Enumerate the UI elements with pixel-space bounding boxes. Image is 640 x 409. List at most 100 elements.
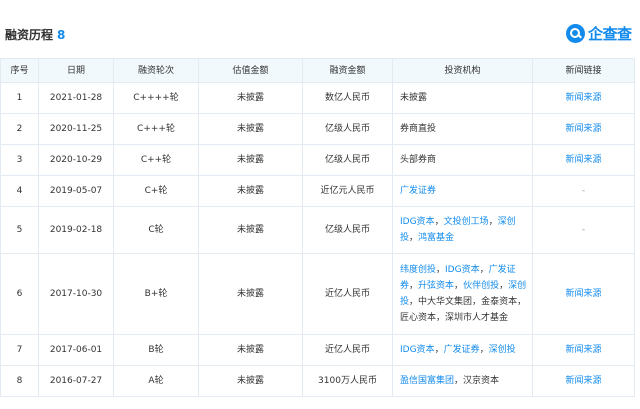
news-source-link[interactable]: 新闻来源	[565, 289, 601, 299]
investor-name[interactable]: 广发证券	[400, 186, 436, 196]
table-row: 3 2020-10-29 C++轮 未披露 亿级人民币 头部券商 新闻来源	[0, 144, 635, 176]
row-valuation: 未披露	[198, 206, 303, 254]
investor-separator: ，	[434, 217, 444, 227]
row-round: B轮	[113, 334, 199, 366]
table-row: 1 2021-01-28 C++++轮 未披露 数亿人民币 未披露 新闻来源	[0, 82, 635, 114]
table-row: 4 2019-05-07 C+轮 未披露 近亿元人民币 广发证券 -	[0, 175, 635, 207]
investor-name[interactable]: 文投创工场	[444, 217, 489, 227]
investor-name: 汉京资本	[463, 376, 500, 386]
row-round: C轮	[113, 206, 199, 254]
row-news: 新闻来源	[532, 144, 635, 176]
row-number: 8	[0, 365, 39, 397]
row-date: 2019-02-18	[38, 206, 114, 254]
investor-name[interactable]: IDG资本	[445, 265, 480, 275]
investor-name: 金泰资本	[481, 297, 518, 307]
section-title-text: 融资历程	[5, 28, 54, 42]
row-number: 3	[0, 144, 39, 176]
investor-separator: ，	[479, 345, 489, 355]
row-investors: IDG资本，广发证券，深创投	[392, 334, 533, 366]
investor-separator: ，	[517, 297, 527, 307]
row-investors: 未披露	[392, 82, 533, 114]
col-header-valuation: 估值金额	[198, 58, 303, 83]
row-number: 6	[0, 253, 39, 335]
row-valuation: 未披露	[198, 113, 303, 145]
investor-separator: ，	[454, 281, 464, 291]
row-date: 2019-05-07	[38, 175, 114, 207]
table-header-row: 序号 日期 融资轮次 估值金额 融资金额 投资机构 新闻链接	[0, 58, 635, 83]
table-row: 2 2020-11-25 C+++轮 未披露 亿级人民币 券商直投 新闻来源	[0, 113, 635, 145]
row-news: -	[532, 175, 635, 207]
row-round: C++++轮	[113, 82, 199, 114]
row-news: 新闻来源	[532, 82, 635, 114]
financing-table: 序号 日期 融资轮次 估值金额 融资金额 投资机构 新闻链接 1 2021-01-…	[0, 58, 635, 397]
investor-separator: ，	[409, 297, 419, 307]
investor-separator: ，	[499, 281, 509, 291]
news-source-link[interactable]: 新闻来源	[565, 124, 601, 134]
row-round: C++轮	[113, 144, 199, 176]
investor-name: 头部券商	[400, 155, 437, 165]
row-investors: IDG资本，文投创工场，深创投，鸿富基金	[392, 206, 533, 254]
row-investors: 头部券商	[392, 144, 533, 176]
investor-separator: ，	[436, 313, 446, 323]
row-news: 新闻来源	[532, 113, 635, 145]
row-amount: 近亿人民币	[302, 334, 393, 366]
section-header: 融资历程 8 企查查	[0, 0, 640, 58]
investor-name: 中大华文集团	[418, 297, 473, 307]
row-date: 2017-10-30	[38, 253, 114, 335]
section-title: 融资历程 8	[5, 26, 65, 43]
row-investors: 券商直投	[392, 113, 533, 145]
row-valuation: 未披露	[198, 82, 303, 114]
investor-name[interactable]: 鸿富基金	[418, 233, 454, 243]
news-source-link[interactable]: 新闻来源	[565, 93, 601, 103]
row-number: 4	[0, 175, 39, 207]
row-news: 新闻来源	[532, 334, 635, 366]
investor-name[interactable]: 盈信国富集团	[400, 376, 454, 386]
row-number: 2	[0, 113, 39, 145]
investor-name[interactable]: IDG资本	[400, 217, 435, 227]
table-row: 8 2016-07-27 A轮 未披露 3100万人民币 盈信国富集团，汉京资本 新闻来源	[0, 365, 635, 397]
news-source-link[interactable]: 新闻来源	[565, 376, 601, 386]
investor-name: 匠心资本	[400, 313, 437, 323]
row-valuation: 未披露	[198, 365, 303, 397]
logo-text: 企查查	[588, 24, 632, 43]
col-header-amount: 融资金额	[302, 58, 393, 83]
investor-name[interactable]: 纬度创投	[400, 265, 436, 275]
investor-separator: ，	[488, 217, 498, 227]
news-source-link[interactable]: 新闻来源	[565, 345, 601, 355]
row-number: 1	[0, 82, 39, 114]
row-valuation: 未披露	[198, 175, 303, 207]
row-round: C+++轮	[113, 113, 199, 145]
row-investors: 广发证券	[392, 175, 533, 207]
table-row: 7 2017-06-01 B轮 未披露 近亿人民币 IDG资本，广发证券，深创投 新闻来源	[0, 334, 635, 366]
investor-name[interactable]: 升弦资本	[418, 281, 454, 291]
magnifier-logo-icon	[566, 23, 585, 43]
investor-separator: ，	[409, 281, 419, 291]
record-count: 8	[57, 28, 66, 42]
row-amount: 近亿人民币	[302, 253, 393, 335]
row-amount: 数亿人民币	[302, 82, 393, 114]
row-amount: 亿级人民币	[302, 206, 393, 254]
col-header-news: 新闻链接	[532, 58, 635, 83]
row-investors: 盈信国富集团，汉京资本	[392, 365, 533, 397]
investor-separator: ，	[409, 233, 419, 243]
row-number: 5	[0, 206, 39, 254]
investor-separator: ，	[434, 345, 444, 355]
investor-name[interactable]: 深创投	[489, 345, 516, 355]
investor-name[interactable]: 广发证券	[444, 345, 480, 355]
row-news: -	[532, 206, 635, 254]
news-source-link[interactable]: 新闻来源	[565, 155, 601, 165]
row-date: 2017-06-01	[38, 334, 114, 366]
row-investors: 纬度创投，IDG资本，广发证券，升弦资本，伙伴创投，深创投，中大华文集团，金泰资…	[392, 253, 533, 335]
investor-name[interactable]: 伙伴创投	[463, 281, 499, 291]
row-round: B+轮	[113, 253, 199, 335]
row-date: 2020-10-29	[38, 144, 114, 176]
investor-name: 券商直投	[400, 124, 437, 134]
row-date: 2020-11-25	[38, 113, 114, 145]
row-amount: 亿级人民币	[302, 113, 393, 145]
investor-name: 深圳市人才基金	[445, 313, 509, 323]
row-round: A轮	[113, 365, 199, 397]
qichacha-logo: 企查查	[566, 22, 638, 44]
table-row: 6 2017-10-30 B+轮 未披露 近亿人民币 纬度创投，IDG资本，广发证券，升弦…	[0, 253, 635, 335]
investor-name[interactable]: IDG资本	[400, 345, 435, 355]
row-amount: 3100万人民币	[302, 365, 393, 397]
